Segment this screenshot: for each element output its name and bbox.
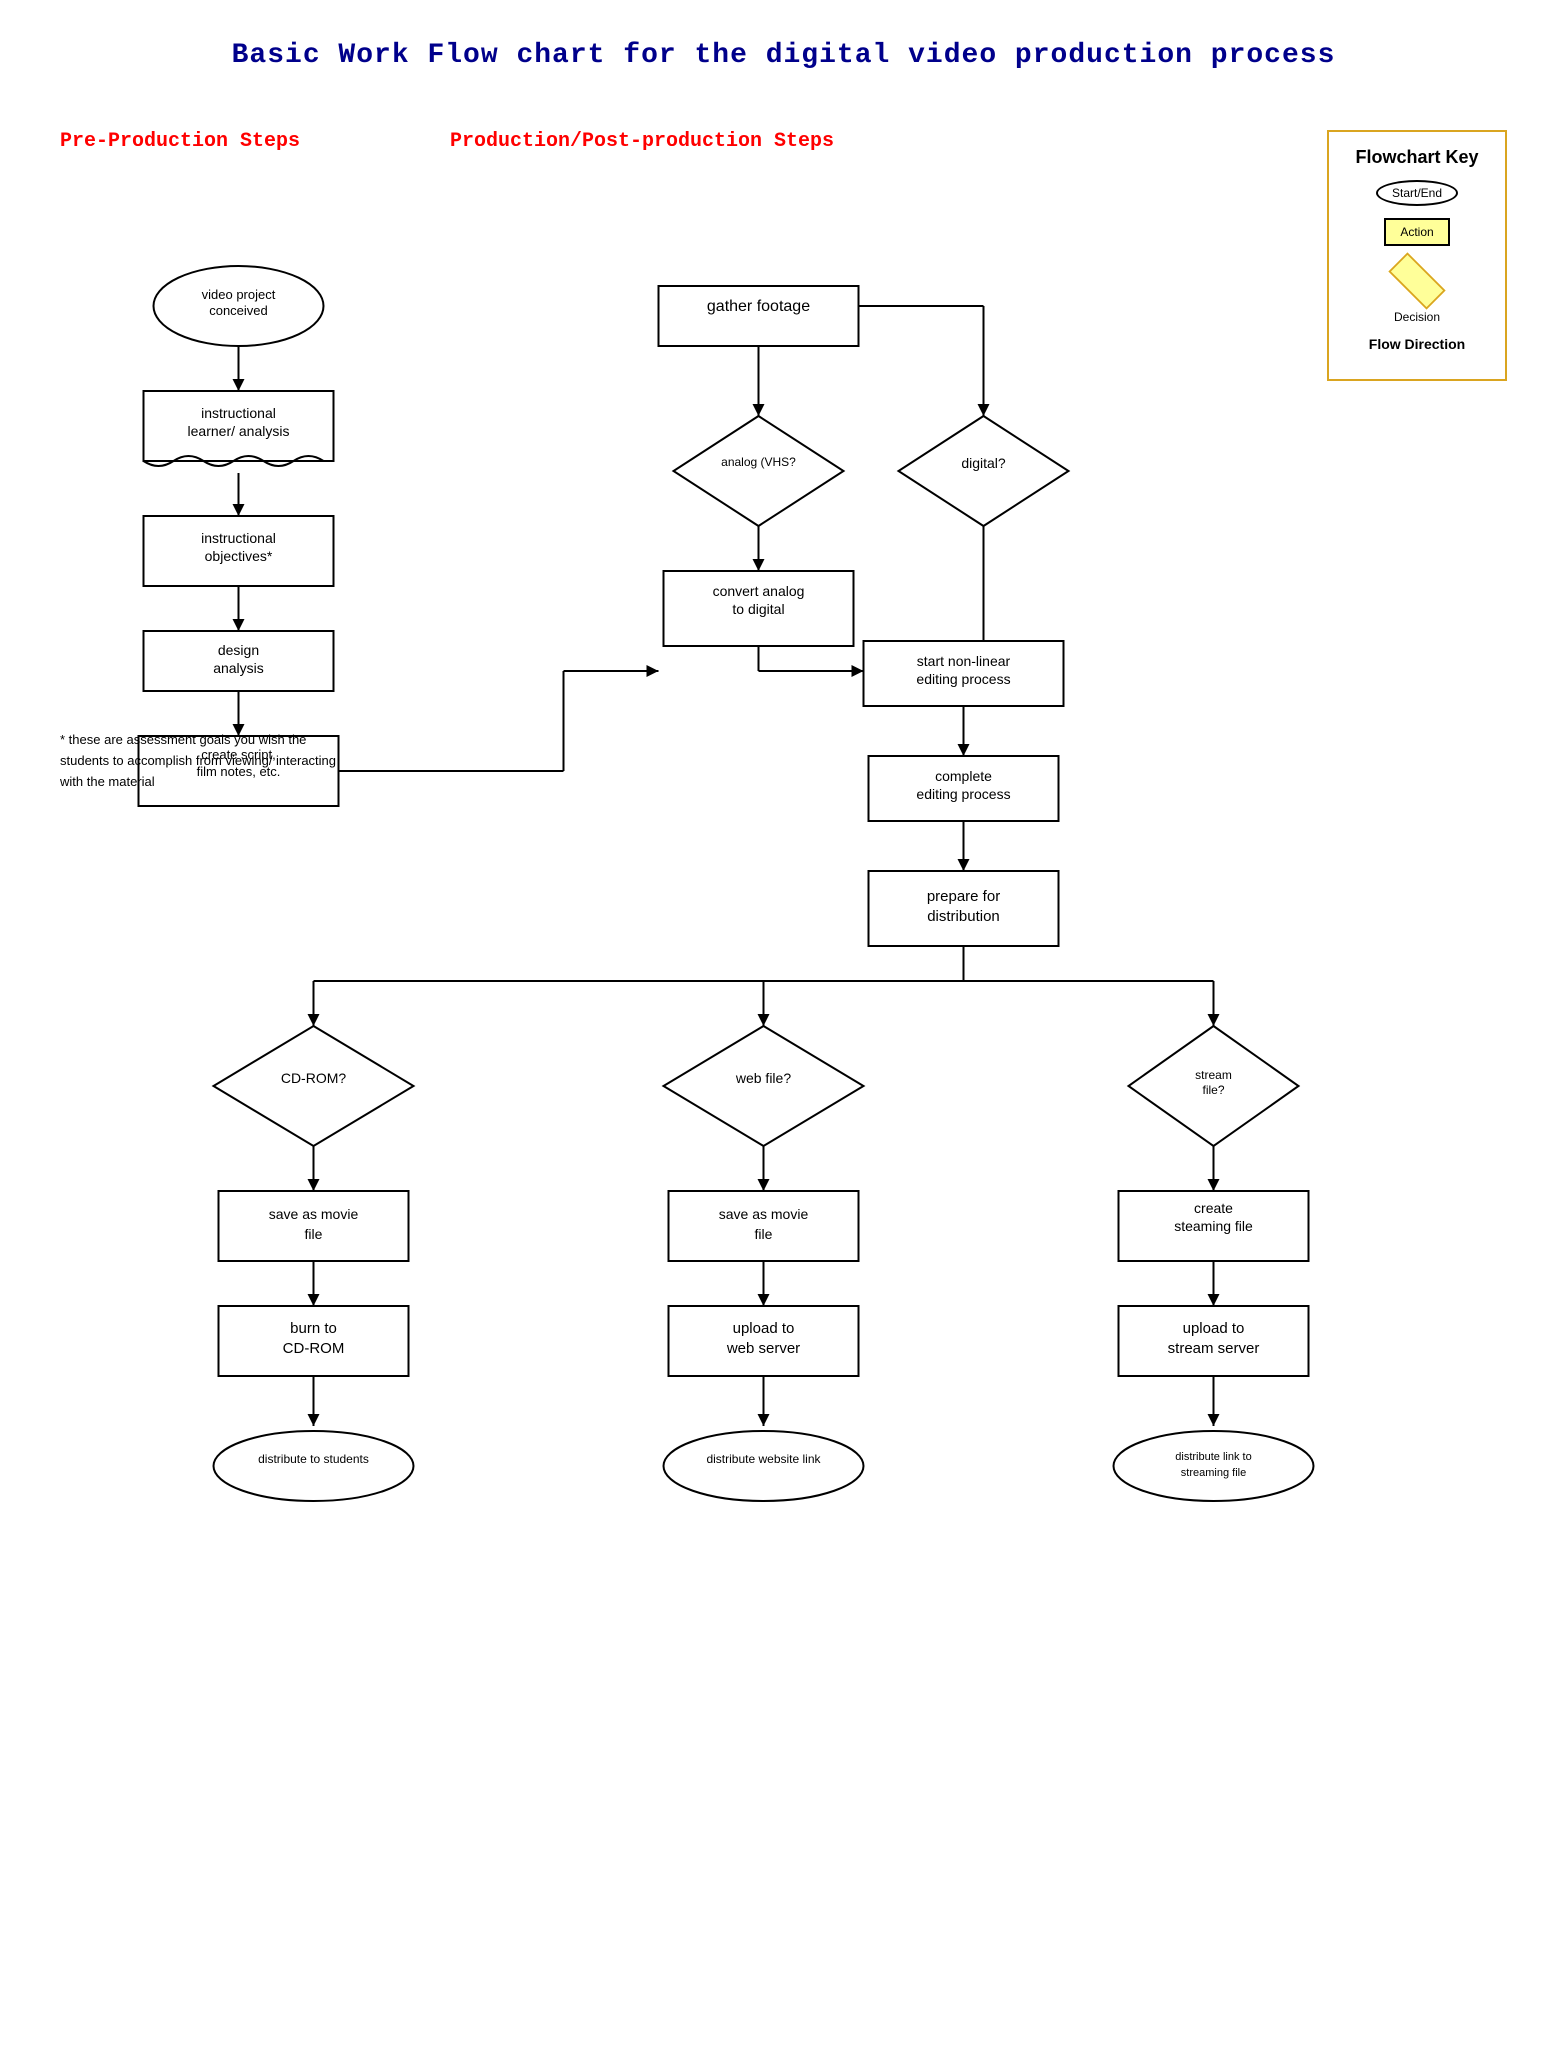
key-flow-label: Flow Direction — [1369, 336, 1465, 352]
svg-text:learner/ analysis: learner/ analysis — [188, 423, 290, 439]
svg-text:file?: file? — [1202, 1083, 1224, 1097]
svg-text:web server: web server — [726, 1340, 800, 1357]
production-text: Production/Post-production Steps — [450, 130, 834, 153]
svg-text:gather footage: gather footage — [707, 298, 810, 315]
key-flow: Flow Direction — [1349, 336, 1485, 352]
svg-text:conceived: conceived — [209, 303, 268, 318]
svg-text:steaming file: steaming file — [1174, 1218, 1253, 1234]
svg-text:digital?: digital? — [961, 455, 1006, 471]
svg-text:save as movie: save as movie — [719, 1206, 809, 1222]
key-decision: Decision — [1349, 258, 1485, 324]
flowchart-key: Flowchart Key Start/End Action Decision … — [1327, 130, 1507, 381]
key-oval: Start/End — [1376, 180, 1458, 206]
key-start-end: Start/End — [1349, 180, 1485, 206]
key-title: Flowchart Key — [1349, 147, 1485, 168]
pre-production-text: Pre-Production Steps — [60, 130, 300, 153]
svg-text:file: file — [305, 1226, 323, 1242]
svg-text:stream: stream — [1195, 1068, 1232, 1082]
svg-text:distribution: distribution — [927, 908, 1000, 925]
svg-text:to digital: to digital — [732, 601, 784, 617]
key-rect: Action — [1384, 218, 1449, 246]
svg-text:analysis: analysis — [213, 660, 264, 676]
svg-text:stream server: stream server — [1168, 1340, 1260, 1357]
svg-text:prepare for: prepare for — [927, 888, 1000, 905]
svg-text:design: design — [218, 642, 259, 658]
svg-text:instructional: instructional — [201, 530, 276, 546]
page-container: Basic Work Flow chart for the digital vi… — [0, 0, 1567, 2048]
svg-text:instructional: instructional — [201, 405, 276, 421]
pre-production-label: Pre-Production Steps — [60, 130, 300, 153]
svg-text:upload to: upload to — [733, 1320, 795, 1337]
svg-text:analog (VHS?: analog (VHS? — [721, 455, 796, 469]
svg-text:file: file — [755, 1226, 773, 1242]
svg-text:distribute website link: distribute website link — [706, 1452, 821, 1466]
svg-text:objectives*: objectives* — [205, 548, 273, 564]
production-label: Production/Post-production Steps — [450, 130, 834, 153]
svg-text:editing process: editing process — [916, 786, 1010, 802]
svg-text:convert analog: convert analog — [713, 583, 805, 599]
flowchart-svg: video project conceived instructional le… — [60, 131, 1507, 2001]
svg-text:distribute link to: distribute link to — [1175, 1451, 1251, 1463]
key-decision-label: Decision — [1394, 310, 1440, 324]
svg-text:video project: video project — [202, 287, 276, 302]
svg-text:complete: complete — [935, 768, 992, 784]
svg-text:CD-ROM?: CD-ROM? — [281, 1070, 347, 1086]
key-diamond-shape — [1388, 252, 1445, 309]
svg-text:editing process: editing process — [916, 671, 1010, 687]
svg-text:upload to: upload to — [1183, 1320, 1245, 1337]
key-action: Action — [1349, 218, 1485, 246]
svg-text:CD-ROM: CD-ROM — [283, 1340, 345, 1357]
svg-text:distribute to students: distribute to students — [258, 1452, 369, 1466]
footnote: * these are assessment goals you wish th… — [60, 730, 350, 792]
svg-text:burn to: burn to — [290, 1320, 337, 1337]
svg-text:create: create — [1194, 1200, 1233, 1216]
svg-text:start non-linear: start non-linear — [917, 653, 1011, 669]
svg-text:save as movie: save as movie — [269, 1206, 359, 1222]
svg-text:web file?: web file? — [735, 1070, 791, 1086]
svg-text:streaming file: streaming file — [1181, 1467, 1246, 1479]
main-title: Basic Work Flow chart for the digital vi… — [60, 40, 1507, 71]
